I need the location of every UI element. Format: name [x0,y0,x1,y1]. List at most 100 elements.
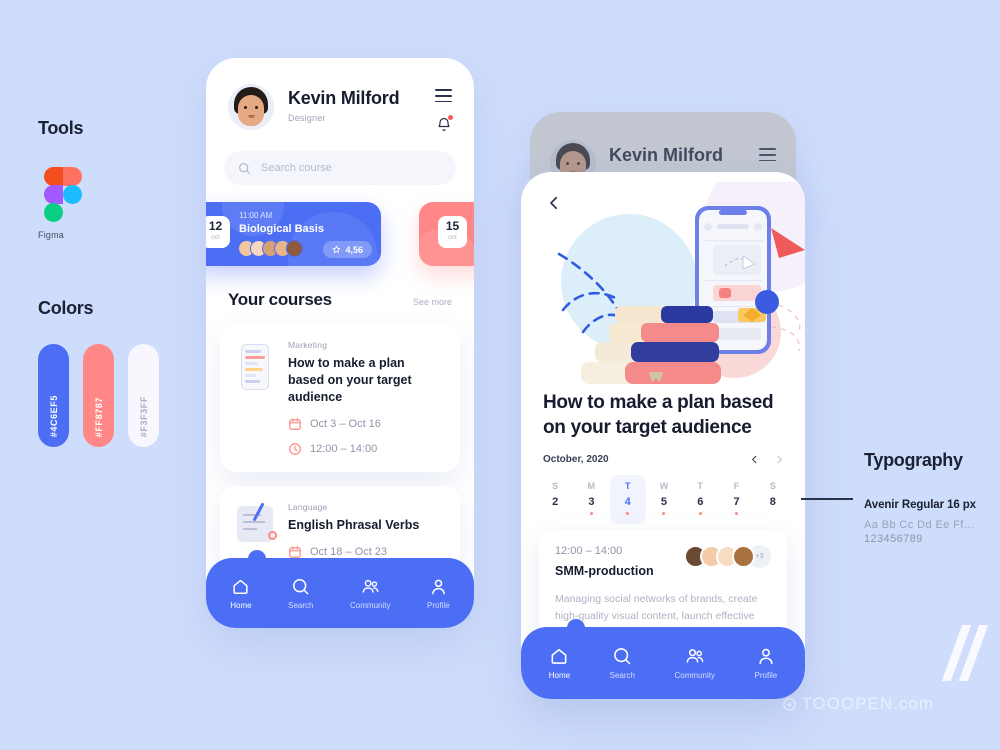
profile-role: Designer [288,113,326,123]
color-swatch: #4C6EF5 [38,344,69,447]
nav-label: Community [674,671,715,680]
see-more-link[interactable]: See more [413,297,452,307]
color-swatch: #FF8787 [83,344,114,447]
typography-heading: Typography [864,450,963,470]
avatar [732,545,755,568]
home-header: Kevin Milford Designer [206,58,474,133]
search-icon [293,578,309,594]
calendar-day-num: 5 [660,496,668,508]
course-dates-row: Oct 3 – Oct 16 [288,417,444,431]
watermark-logo-icon [783,697,797,711]
course-illustration [557,182,805,384]
nav-item-home[interactable]: Home [549,646,570,680]
nav-item-community[interactable]: Community [350,577,390,610]
calendar-day-dot [662,512,666,515]
course-title: English Phrasal Verbs [288,518,420,533]
search-icon [614,648,631,665]
nav-label: Community [350,600,391,610]
hamburger-menu-icon[interactable] [435,89,452,106]
nav-label: Home [548,671,571,680]
calendar-day[interactable]: F 7 [718,475,754,524]
calendar-day-dow: W [659,481,669,491]
rating-value: 4,56 [345,244,363,255]
event-attendee-avatars[interactable]: +3 [684,545,771,568]
nav-item-search[interactable]: Search [288,577,314,610]
bottom-navigation: Home Search Community Profile [206,550,474,628]
page-title: Kevin Milford [288,88,400,108]
event-title: SMM-production [555,564,654,578]
nav-notch [567,619,585,637]
date-badge: 15 oct [438,216,467,249]
calendar-day-dow: S [769,481,776,491]
color-swatch-label: #FF8787 [93,396,104,437]
date-badge-day: 12 [208,219,223,234]
nav-label: Search [288,600,314,610]
calendar-day-num: 4 [624,496,631,508]
page-title: How to make a plan based on your target … [543,392,774,439]
date-badge-day: 15 [445,219,460,234]
calendar-day-selected[interactable]: T 4 [609,475,646,524]
profile-icon [759,648,773,665]
featured-course-card[interactable]: 12 oct 11:00 AM Biological Basis 4,56 [206,202,381,267]
calendar-day[interactable]: M 3 [573,475,609,524]
calendar-prev-icon[interactable] [749,454,760,465]
profile-icon [432,579,445,594]
calendar-day[interactable]: T 6 [682,475,718,524]
color-swatch: #F3F3FF [128,344,159,447]
community-icon [686,649,703,663]
event-time: 12:00 – 14:00 [555,545,623,557]
nav-item-search[interactable]: Search [610,646,635,680]
course-category: Marketing [288,340,328,351]
watermark-slashes [941,625,989,686]
phone-home-screen: Kevin Milford Designer Search course 12 … [206,58,474,628]
nav-item-community[interactable]: Community [675,646,715,680]
calendar-next-icon[interactable] [774,454,785,465]
nav-item-profile[interactable]: Profile [427,577,450,610]
featured-card-time: 11:00 AM [239,211,273,221]
attendee-avatars[interactable] [238,240,303,258]
star-icon [333,246,341,254]
tool-label: Figma [38,230,65,240]
color-swatch-list: #4C6EF5 #FF8787 #F3F3FF [38,344,208,447]
calendar-header: October, 2020 [543,454,785,465]
status-badge: 4,56 [323,241,372,259]
watermark-label: TOOOPEN.com [801,694,934,713]
avatar[interactable] [228,84,274,130]
back-button[interactable] [545,194,563,212]
calendar-month-label: October, 2020 [543,454,609,465]
community-icon [362,579,379,593]
course-dates-row: Oct 18 – Oct 23 [288,545,444,559]
course-time-row: 12:00 – 14:00 [288,442,444,456]
calendar-day[interactable]: S 2 [537,475,573,524]
course-title: How to make a plan based on your target … [288,356,412,405]
search-input[interactable]: Search course [224,151,456,186]
colors-section: Colors #4C6EF5 #FF8787 #F3F3FF [38,298,208,447]
calendar-day-dow: T [697,481,704,491]
secondary-course-card[interactable]: 15 oct [419,202,474,267]
calendar-day-num: 7 [733,496,740,508]
date-badge-month: oct [211,234,220,242]
date-badge: 12 oct [206,216,230,249]
nav-item-home[interactable]: Home [230,577,252,610]
avatar [286,240,303,258]
nav-item-profile[interactable]: Profile [755,646,777,680]
course-category: Language [288,502,328,513]
profile-name-block: Kevin Milford Designer [288,84,435,123]
calendar-day-num: 3 [588,496,595,508]
course-dates: Oct 3 – Oct 16 [310,418,381,431]
calendar-week-strip: S 2 M 3 T 4 W 5 T 6 F 7 S 8 [537,475,791,524]
calendar-day[interactable]: S 8 [755,475,791,524]
numeral-sample: 123456789 [864,533,923,545]
home-icon [551,648,567,664]
course-dates: Oct 18 – Oct 23 [310,545,388,558]
bell-icon[interactable] [436,115,453,133]
course-card[interactable]: Marketing How to make a plan based on yo… [220,324,460,473]
calendar-day-dot [698,512,702,515]
colors-heading: Colors [38,298,94,318]
divider [801,498,853,500]
clock-icon [289,443,301,455]
calendar-day[interactable]: W 5 [646,475,682,524]
calendar-day-dow: F [733,481,740,491]
chevron-left-icon [550,196,558,210]
calendar-icon [289,418,301,430]
